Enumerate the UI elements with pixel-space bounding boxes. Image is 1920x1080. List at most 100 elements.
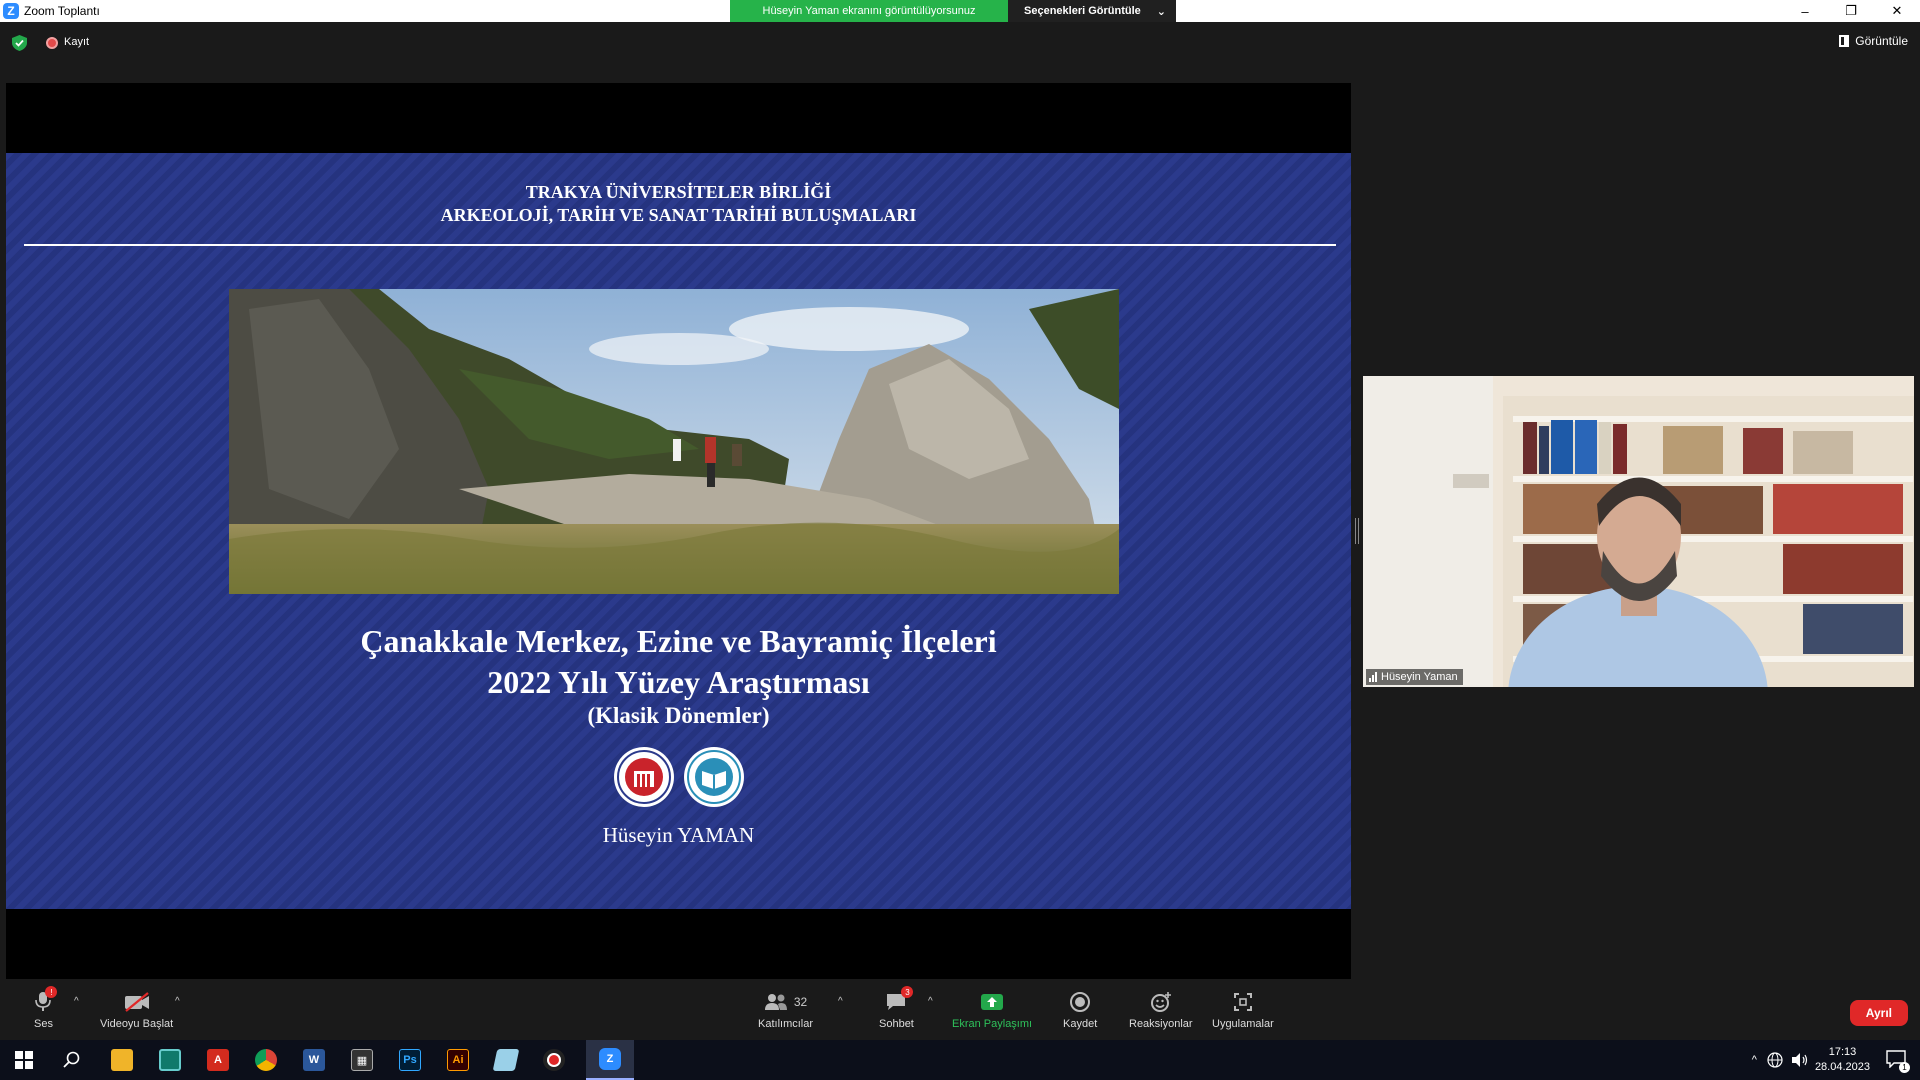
participants-options-caret[interactable]: ^ — [838, 996, 843, 1007]
minimize-button[interactable]: – — [1782, 0, 1828, 22]
reactions-button[interactable]: Reaksiyonlar — [1129, 990, 1193, 1030]
taskbar-photoshop[interactable]: Ps — [386, 1040, 434, 1080]
view-layout-icon — [1839, 35, 1850, 47]
monitor-icon — [159, 1049, 181, 1071]
zoom-app-icon: Z — [599, 1048, 621, 1070]
globe-icon[interactable] — [1767, 1052, 1783, 1068]
taskbar-word[interactable]: W — [290, 1040, 338, 1080]
split-view-handle[interactable] — [1355, 518, 1359, 544]
view-button[interactable]: Görüntüle — [1839, 34, 1908, 48]
taskbar-acrobat[interactable]: A — [194, 1040, 242, 1080]
slide-title-line1: Çanakkale Merkez, Ezine ve Bayramiç İlçe… — [360, 623, 997, 659]
leave-button[interactable]: Ayrıl — [1849, 1000, 1908, 1026]
recording-icon — [46, 37, 58, 49]
window-title: Zoom Toplantı — [24, 4, 100, 18]
taskbar-search[interactable] — [48, 1040, 96, 1080]
taskbar-zoom[interactable]: Z — [586, 1040, 634, 1080]
shield-icon[interactable] — [12, 35, 27, 51]
notes-icon — [492, 1049, 520, 1071]
taskbar-media-player[interactable]: ▦ — [338, 1040, 386, 1080]
notification-center-button[interactable]: 1 — [1886, 1049, 1910, 1073]
slide-header: TRAKYA ÜNİVERSİTELER BİRLİĞİ ARKEOLOJİ, … — [6, 181, 1351, 227]
slide-author: Hüseyin YAMAN — [602, 823, 755, 847]
participant-video[interactable] — [1363, 376, 1914, 687]
photoshop-icon: Ps — [399, 1049, 421, 1071]
window-controls: – ❐ ✕ — [1782, 0, 1920, 22]
meeting-toolbar: ! Ses ^ Videoyu Başlat ^ 32 Katılımcılar… — [0, 980, 1920, 1040]
record-app-icon — [543, 1049, 565, 1071]
slide-subtitle: (Klasik Dönemler) — [587, 703, 770, 728]
clock-date: 28.04.2023 — [1814, 1061, 1870, 1073]
audio-warning-badge: ! — [45, 986, 58, 998]
apps-icon — [1233, 993, 1252, 1011]
chrome-icon — [255, 1049, 277, 1071]
audio-button[interactable]: ! Ses — [34, 986, 58, 1030]
zoom-logo-icon: Z — [3, 3, 19, 19]
clapperboard-icon: ▦ — [351, 1049, 373, 1071]
smiley-icon — [1150, 992, 1171, 1012]
speaker-icon[interactable] — [1791, 1052, 1809, 1068]
view-label: Görüntüle — [1855, 34, 1908, 48]
participants-count: 32 — [793, 995, 808, 1009]
record-icon — [1070, 992, 1091, 1012]
chevron-down-icon: ⌄ — [1156, 5, 1166, 18]
tray-expand-icon[interactable]: ^ — [1752, 1054, 1757, 1066]
apps-button[interactable]: Uygulamalar — [1212, 990, 1274, 1030]
view-options-label: Seçenekleri Görüntüle — [1024, 5, 1141, 17]
shared-screen: TRAKYA ÜNİVERSİTELER BİRLİĞİ ARKEOLOJİ, … — [6, 83, 1351, 979]
start-button[interactable] — [0, 1040, 48, 1080]
audio-options-caret[interactable]: ^ — [74, 996, 79, 1007]
reactions-label: Reaksiyonlar — [1129, 1018, 1193, 1030]
slide-title: Çanakkale Merkez, Ezine ve Bayramiç İlçe… — [6, 621, 1351, 703]
taskbar-illustrator[interactable]: Ai — [434, 1040, 482, 1080]
meeting-topbar: Kayıt Görüntüle — [0, 22, 1920, 62]
close-button[interactable]: ✕ — [1874, 0, 1920, 22]
search-icon — [63, 1051, 80, 1068]
landscape-photo — [229, 289, 1119, 594]
taskbar-obs[interactable] — [530, 1040, 578, 1080]
participants-label: Katılımcılar — [758, 1018, 814, 1030]
record-button[interactable]: Kaydet — [1063, 990, 1097, 1030]
taskbar-chrome[interactable] — [242, 1040, 290, 1080]
view-options-button[interactable]: Seçenekleri Görüntüle ⌄ — [1008, 0, 1176, 22]
windows-logo-icon — [15, 1051, 33, 1069]
chat-button[interactable]: 3 Sohbet — [879, 986, 914, 1030]
word-icon: W — [303, 1049, 325, 1071]
video-off-icon — [124, 992, 149, 1012]
system-tray: ^ 17:13 28.04.2023 1 — [1752, 1040, 1920, 1080]
taskbar-notes[interactable] — [482, 1040, 530, 1080]
participants-button[interactable]: 32 Katılımcılar — [758, 990, 813, 1030]
video-label: Videoyu Başlat — [100, 1018, 174, 1030]
recording-label: Kayıt — [64, 36, 90, 48]
share-screen-label: Ekran Paylaşımı — [952, 1018, 1033, 1030]
apps-label: Uygulamalar — [1212, 1018, 1274, 1030]
slide-header-line1: TRAKYA ÜNİVERSİTELER BİRLİĞİ — [525, 182, 832, 202]
os-taskbar: A W ▦ Ps Ai Z ^ 17:13 28.04.2023 1 — [0, 1040, 1920, 1080]
start-video-button[interactable]: Videoyu Başlat — [100, 990, 173, 1030]
notification-count: 1 — [1899, 1061, 1910, 1073]
restore-button[interactable]: ❐ — [1828, 0, 1874, 22]
participant-name: Hüseyin Yaman — [1381, 671, 1458, 683]
taskbar-clock[interactable]: 17:13 28.04.2023 — [1815, 1045, 1870, 1075]
taskbar-file-explorer[interactable] — [98, 1040, 146, 1080]
signal-bars-icon — [1369, 672, 1377, 682]
slide-header-line2: ARKEOLOJİ, TARİH VE SANAT TARİHİ BULUŞMA… — [440, 205, 917, 225]
audio-label: Ses — [34, 1018, 53, 1030]
illustrator-icon: Ai — [447, 1049, 469, 1071]
share-status-text: Hüseyin Yaman ekranını görüntülüyorsunuz — [730, 0, 1008, 22]
chat-unread-badge: 3 — [901, 986, 914, 998]
share-screen-button[interactable]: Ekran Paylaşımı — [952, 990, 1032, 1030]
chat-options-caret[interactable]: ^ — [928, 996, 933, 1007]
university-logo — [614, 747, 674, 807]
slide-divider — [24, 244, 1336, 246]
clock-time: 17:13 — [1828, 1046, 1857, 1058]
taskbar-task-manager[interactable] — [146, 1040, 194, 1080]
folder-icon — [111, 1049, 133, 1071]
participant-name-tag: Hüseyin Yaman — [1366, 669, 1463, 685]
chat-label: Sohbet — [879, 1018, 914, 1030]
share-screen-icon — [981, 994, 1004, 1010]
video-options-caret[interactable]: ^ — [175, 996, 180, 1007]
participants-icon — [764, 994, 787, 1010]
institution-logos — [614, 747, 744, 807]
slide-title-line2: 2022 Yılı Yüzey Araştırması — [487, 664, 870, 700]
